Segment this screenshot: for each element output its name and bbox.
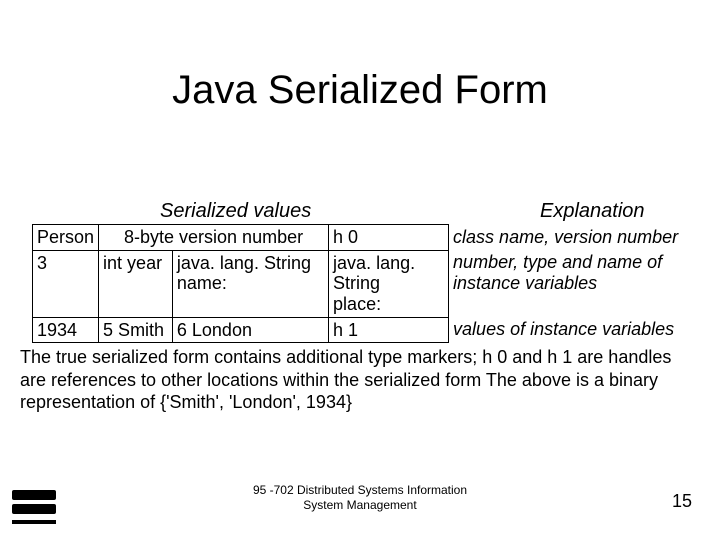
slide-title: Java Serialized Form xyxy=(0,0,720,113)
page-number: 15 xyxy=(672,491,692,512)
cell: java. lang. String place: xyxy=(329,250,449,317)
explanation-cell: values of instance variables xyxy=(449,317,683,343)
explanation-cell: class name, version number xyxy=(449,225,683,251)
table-row: 3 int year java. lang. String name: java… xyxy=(33,250,683,317)
cell: h 1 xyxy=(329,317,449,343)
explanation-header: Explanation xyxy=(540,200,645,223)
footer-text: 95 -702 Distributed Systems Information … xyxy=(0,483,720,512)
explanation-cell: number, type and name of instance variab… xyxy=(449,250,683,317)
serialized-values-header: Serialized values xyxy=(160,200,311,223)
table-row: Person 8-byte version number h 0 class n… xyxy=(33,225,683,251)
cell: int year xyxy=(99,250,173,317)
table-row: 1934 5 Smith 6 London h 1 values of inst… xyxy=(33,317,683,343)
cell: java. lang. String name: xyxy=(172,250,328,317)
cell: Person xyxy=(33,225,99,251)
logo-icon xyxy=(12,486,56,524)
body-paragraph: The true serialized form contains additi… xyxy=(20,346,700,414)
slide: Java Serialized Form Serialized values E… xyxy=(0,0,720,540)
cell: 8-byte version number xyxy=(99,225,329,251)
cell: 5 Smith xyxy=(99,317,173,343)
cell: h 0 xyxy=(329,225,449,251)
cell: 6 London xyxy=(172,317,328,343)
serialized-table: Person 8-byte version number h 0 class n… xyxy=(32,224,683,343)
cell: 3 xyxy=(33,250,99,317)
cell: 1934 xyxy=(33,317,99,343)
